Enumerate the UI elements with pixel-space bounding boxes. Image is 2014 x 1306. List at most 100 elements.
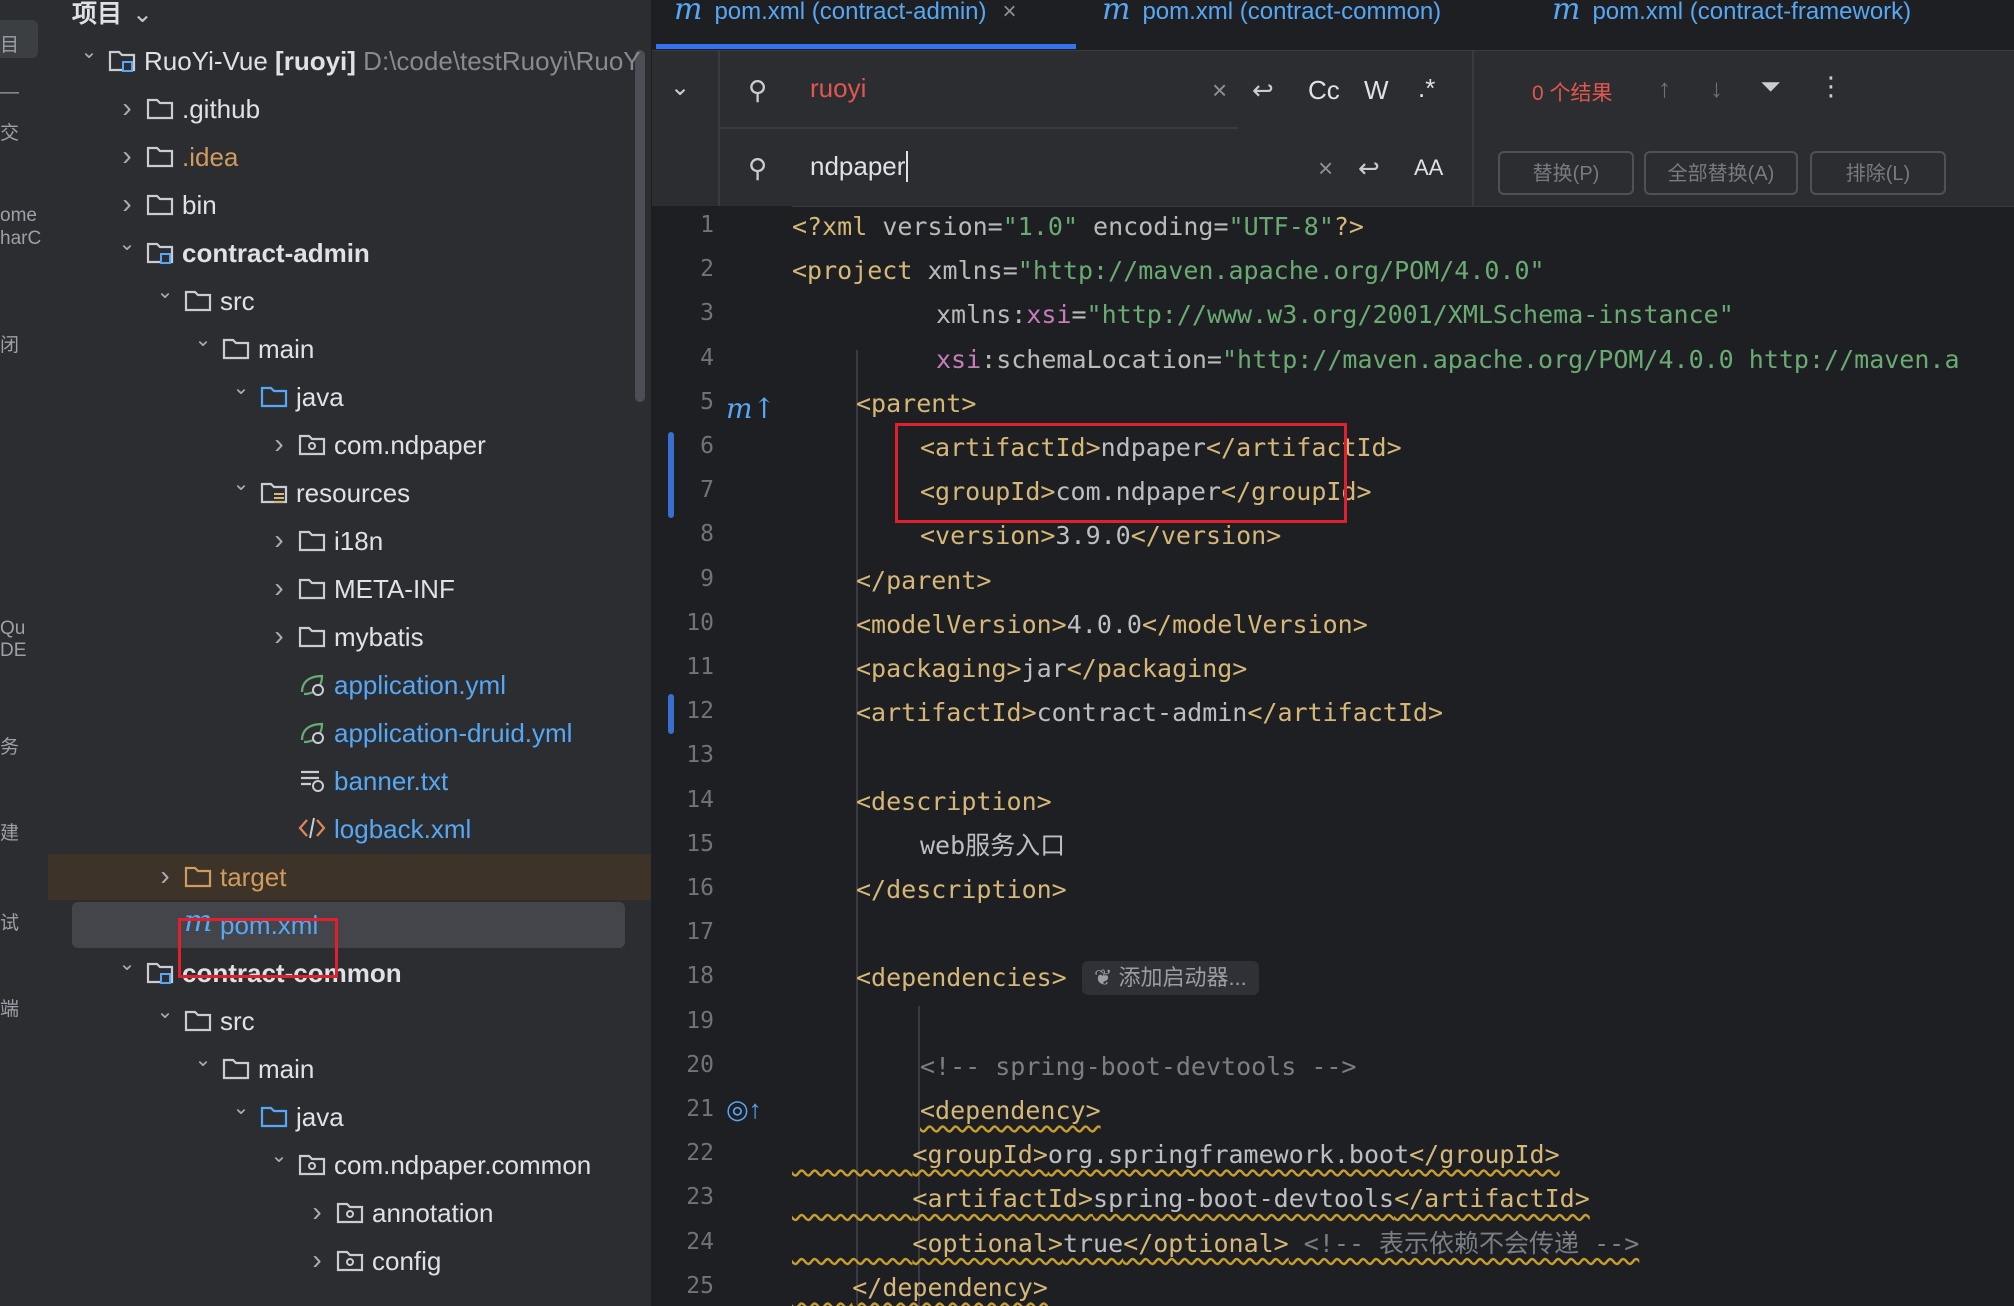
tree-item[interactable]: ⌄ main (48, 1046, 651, 1092)
previous-occurrence-icon[interactable]: ↑ (1658, 73, 1671, 104)
new-line-icon[interactable]: ↩ (1358, 153, 1380, 184)
whole-words-toggle[interactable]: W (1364, 75, 1389, 106)
tree-item-label: java (296, 382, 344, 412)
tree-item[interactable]: › META-INF (48, 566, 651, 612)
chevron-right-icon[interactable]: › (116, 138, 138, 174)
chevron-right-icon[interactable]: › (154, 858, 176, 894)
chevron-right-icon[interactable]: › (306, 1242, 328, 1278)
chevron-down-icon[interactable]: ⌄ (154, 994, 176, 1030)
activity-label[interactable]: 闭 (0, 330, 19, 357)
tree-item[interactable]: › config (48, 1238, 651, 1284)
tree-item[interactable]: ⌄ java (48, 1094, 651, 1140)
chevron-down-icon[interactable]: ⌄ (78, 34, 100, 70)
code-editor[interactable]: <?xml version="1.0" encoding="UTF-8"?> <… (792, 206, 2014, 1306)
tree-item[interactable]: ⌄ java (48, 374, 651, 420)
tree-item[interactable]: logback.xml (48, 806, 651, 852)
activity-label[interactable]: DE (0, 640, 26, 662)
tree-item[interactable]: ⌄ main (48, 326, 651, 372)
activity-label[interactable]: ome (0, 205, 37, 227)
chevron-down-icon[interactable]: ⌄ (230, 466, 252, 502)
add-starters-hint[interactable]: ❦ 添加启动器... (1082, 961, 1259, 996)
xml-file-icon (298, 814, 326, 842)
tree-item[interactable]: › target (48, 854, 651, 900)
chevron-down-icon[interactable]: ⌄ (670, 73, 690, 102)
replace-input[interactable]: ndpaper (810, 151, 909, 182)
chevron-down-icon[interactable]: ⌄ (268, 1138, 290, 1174)
preserve-case-toggle[interactable]: AA (1414, 155, 1443, 181)
search-input[interactable]: ruoyi (810, 73, 866, 104)
tree-item-label: src (220, 1006, 255, 1036)
clear-icon[interactable]: × (1318, 153, 1333, 184)
project-panel-title[interactable]: 项目 ⌄ (72, 0, 153, 30)
line-number: 3 (700, 300, 714, 327)
tree-item[interactable]: › .github (48, 86, 651, 132)
change-marker[interactable] (668, 432, 674, 518)
chevron-right-icon[interactable]: › (268, 522, 290, 558)
close-icon[interactable]: × (1003, 0, 1017, 25)
tree-item[interactable]: › annotation (48, 1190, 651, 1236)
source-folder-icon (260, 382, 288, 410)
tree-item[interactable]: m pom.xml (48, 902, 651, 948)
chevron-right-icon[interactable]: › (306, 1194, 328, 1230)
tree-item[interactable]: ⌄ src (48, 278, 651, 324)
chevron-down-icon[interactable]: ⌄ (154, 274, 176, 310)
line-number: 10 (686, 609, 714, 636)
chevron-down-icon[interactable]: ⌄ (116, 946, 138, 982)
exclude-button[interactable]: 排除(L) (1810, 151, 1946, 195)
chevron-right-icon[interactable]: › (268, 426, 290, 462)
filter-icon[interactable]: ⏷ (1760, 71, 1781, 103)
folder-icon (146, 142, 174, 170)
tree-item[interactable]: › .idea (48, 134, 651, 180)
activity-label[interactable]: 试 (0, 908, 19, 935)
tab-pom-contract-framework[interactable]: m pom.xml (contract-framework) (1552, 0, 1911, 48)
chevron-down-icon[interactable]: ⌄ (116, 226, 138, 262)
code-line-3: xmlns:xsi="http://www.w3.org/2001/XMLSch… (936, 300, 1734, 330)
replace-button[interactable]: 替换(P) (1498, 151, 1634, 195)
tree-item[interactable]: application.yml (48, 662, 651, 708)
tree-item[interactable]: › com.ndpaper (48, 422, 651, 468)
chevron-down-icon[interactable]: ⌄ (230, 370, 252, 406)
regex-toggle[interactable]: .* (1418, 73, 1435, 104)
tree-item[interactable]: ⌄ RuoYi-Vue [ruoyi] D:\code\testRuoyi\Ruo… (48, 38, 651, 84)
tree-item[interactable]: application-druid.yml (48, 710, 651, 756)
tree-item-label: logback.xml (334, 814, 472, 844)
clear-icon[interactable]: × (1212, 75, 1227, 106)
activity-label[interactable]: 端 (0, 994, 19, 1021)
chevron-right-icon[interactable]: › (116, 186, 138, 222)
search-icon[interactable]: ⚲ (748, 75, 767, 106)
tree-item[interactable]: ⌄ contract-common (48, 950, 651, 996)
chevron-down-icon[interactable]: ⌄ (230, 1090, 252, 1126)
change-marker[interactable] (668, 694, 674, 734)
tree-item[interactable]: ⌄ contract-admin (48, 230, 651, 276)
replace-all-button[interactable]: 全部替换(A) (1644, 151, 1798, 195)
chevron-right-icon[interactable]: › (268, 570, 290, 606)
new-line-icon[interactable]: ↩ (1252, 75, 1274, 106)
chevron-right-icon[interactable]: › (268, 618, 290, 654)
tree-item[interactable]: banner.txt (48, 758, 651, 804)
tab-pom-contract-admin[interactable]: m pom.xml (contract-admin) × (674, 0, 1017, 48)
line-number: 25 (686, 1272, 714, 1299)
activity-label[interactable]: Qu (0, 618, 25, 640)
tree-item[interactable]: ⌄ com.ndpaper.common (48, 1142, 651, 1188)
match-case-toggle[interactable]: Cc (1308, 75, 1340, 106)
dependency-gutter-icon[interactable]: ◎↑ (726, 1094, 762, 1125)
tab-pom-contract-common[interactable]: m pom.xml (contract-common) (1102, 0, 1441, 48)
tree-item[interactable]: › bin (48, 182, 651, 228)
line-number: 18 (686, 963, 714, 990)
chevron-down-icon[interactable]: ⌄ (192, 1042, 214, 1078)
text-file-icon (298, 766, 326, 794)
activity-label[interactable]: 建 (0, 818, 19, 845)
chevron-right-icon[interactable]: › (116, 90, 138, 126)
next-occurrence-icon[interactable]: ↓ (1710, 73, 1723, 104)
more-icon[interactable]: ⋮ (1818, 71, 1844, 102)
tree-item[interactable]: › mybatis (48, 614, 651, 660)
line-number: 6 (700, 433, 714, 459)
tree-item[interactable]: ⌄ src (48, 998, 651, 1044)
chevron-down-icon[interactable]: ⌄ (192, 322, 214, 358)
maven-parent-gutter-icon[interactable]: m↑ (726, 392, 776, 425)
activity-label[interactable]: harC (0, 228, 41, 250)
tree-item[interactable]: › i18n (48, 518, 651, 564)
activity-label[interactable]: 务 (0, 732, 19, 759)
resources-folder-icon (260, 478, 288, 506)
tree-item[interactable]: ⌄ resources (48, 470, 651, 516)
